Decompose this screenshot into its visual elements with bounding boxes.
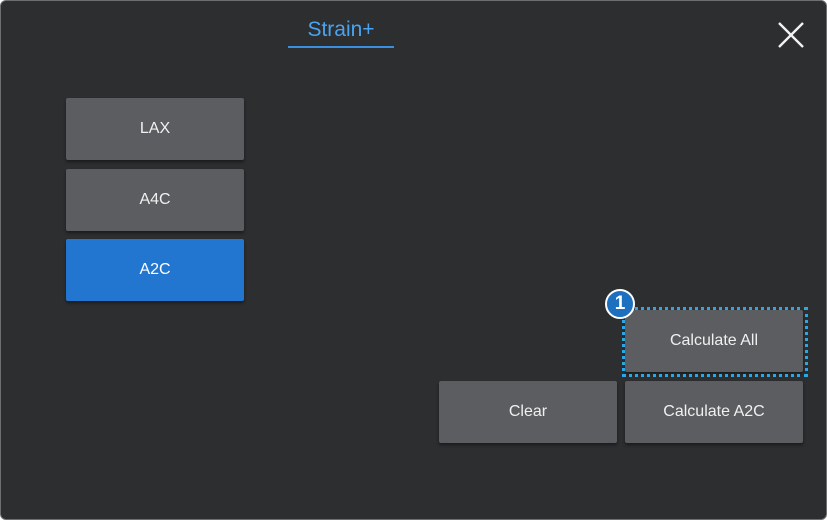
view-button-a4c[interactable]: A4C xyxy=(66,169,244,231)
strain-dialog: Strain+ LAX A4C A2C Calculate All 1 Clea… xyxy=(0,0,827,520)
calculate-all-button[interactable]: Calculate All xyxy=(625,310,803,372)
view-button-a2c[interactable]: A2C xyxy=(66,239,244,301)
close-button[interactable] xyxy=(773,17,809,53)
calculate-a2c-button[interactable]: Calculate A2C xyxy=(625,381,803,443)
callout-marker: 1 xyxy=(605,289,635,319)
view-button-lax[interactable]: LAX xyxy=(66,98,244,160)
clear-button[interactable]: Clear xyxy=(439,381,617,443)
title-underline xyxy=(288,46,394,48)
close-icon xyxy=(778,22,804,48)
dialog-title: Strain+ xyxy=(307,18,375,41)
